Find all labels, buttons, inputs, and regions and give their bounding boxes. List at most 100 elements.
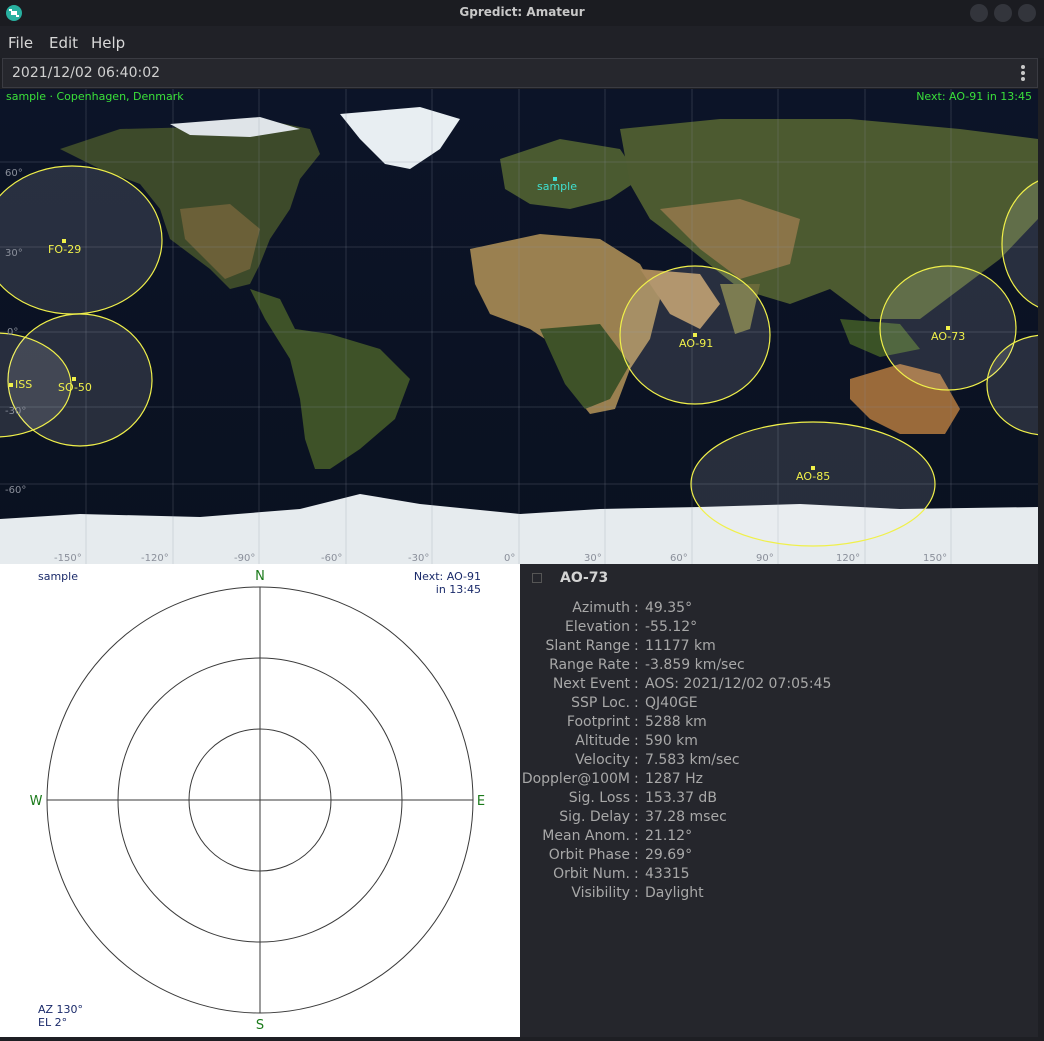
window-border [1038, 89, 1044, 1040]
panel-menu-icon[interactable] [532, 573, 542, 583]
polar-grid [46, 586, 474, 1014]
detail-value: 21.12° [645, 828, 693, 844]
lat-label: 30° [5, 248, 23, 259]
module-menu-icon[interactable] [1021, 65, 1025, 83]
lon-label: -120° [141, 553, 169, 564]
detail-label: Azimuth [572, 600, 630, 616]
detail-row: Sig. Delay:37.28 msec [559, 809, 727, 825]
detail-row: SSP Loc.: QJ40GE [571, 695, 698, 711]
detail-value: QJ40GE [645, 695, 698, 711]
detail-label: Sig. Loss [568, 790, 630, 806]
detail-value: AOS: 2021/12/02 07:05:45 [645, 676, 832, 692]
maximize-button[interactable] [994, 4, 1012, 22]
detail-label: Altitude [575, 733, 630, 749]
polar-azimuth: AZ 130° [38, 1003, 83, 1016]
lat-label: 0° [7, 327, 18, 338]
detail-value: 49.35° [645, 600, 693, 616]
detail-value: 37.28 msec [645, 809, 727, 825]
detail-value: -3.859 km/sec [645, 657, 745, 673]
detail-label: Next Event [552, 676, 630, 692]
menu-help[interactable]: Help [91, 34, 125, 52]
detail-row: Elevation: -55.12° [564, 619, 698, 635]
sat-label-fo29[interactable]: FO-29 [48, 243, 81, 256]
detail-row: Orbit Phase:29.69° [548, 847, 693, 863]
window-title: Gpredict: Amateur [459, 5, 585, 19]
detail-label: Range Rate [549, 657, 630, 673]
detail-value: 1287 Hz [645, 771, 703, 787]
menu-edit[interactable]: Edit [49, 34, 78, 52]
current-time: 2021/12/02 06:40:02 [12, 65, 161, 81]
world-map[interactable]: sample · Copenhagen, Denmark Next: AO-91… [0, 89, 1038, 564]
detail-value: 153.37 dB [645, 790, 717, 806]
detail-row: Slant Range:11177 km [545, 638, 716, 654]
detail-row: Orbit Num.:43315 [553, 866, 690, 882]
polar-elevation: EL 2° [38, 1016, 67, 1029]
sat-label-so50[interactable]: SO-50 [58, 381, 92, 394]
compass-east: E [477, 794, 485, 809]
detail-row: Range Rate: -3.859 km/sec [549, 657, 745, 673]
detail-value: 7.583 km/sec [645, 752, 740, 768]
sat-label-ao73[interactable]: AO-73 [931, 330, 965, 343]
detail-value: -55.12° [645, 619, 698, 635]
detail-row: Mean Anom.:21.12° [542, 828, 693, 844]
qth-label: sample · Copenhagen, Denmark [6, 90, 184, 103]
sat-label-iss[interactable]: ISS [15, 378, 32, 391]
polar-next-line2: in 13:45 [436, 583, 481, 596]
title-bar: Gpredict: Amateur [0, 0, 1044, 26]
time-bar: 2021/12/02 06:40:02 [2, 58, 1038, 88]
detail-label: Velocity [575, 752, 630, 768]
detail-value: 43315 [645, 866, 690, 882]
lon-label: 90° [756, 553, 774, 564]
detail-row: Footprint:5288 km [566, 714, 707, 730]
detail-value: Daylight [645, 885, 704, 901]
detail-row: Velocity:7.583 km/sec [575, 752, 740, 768]
menu-file[interactable]: File [8, 34, 33, 52]
satellite-details-panel: AO-73 Azimuth:49.35° Elevation: -55.12° S… [520, 564, 1038, 1037]
sat-label-ao91[interactable]: AO-91 [679, 337, 713, 350]
lon-label: 120° [836, 553, 860, 564]
detail-row: Sig. Loss:153.37 dB [568, 790, 717, 806]
detail-row: Azimuth:49.35° [572, 600, 693, 616]
lon-label: -60° [321, 553, 342, 564]
lon-label: -90° [234, 553, 255, 564]
lon-label: -150° [54, 553, 82, 564]
polar-qth: sample [38, 570, 78, 583]
detail-value: 5288 km [645, 714, 707, 730]
detail-label: Orbit Phase [548, 847, 630, 863]
polar-next-line1: Next: AO-91 [414, 570, 481, 583]
detail-row: Doppler@100M:1287 Hz [521, 771, 703, 787]
compass-north: N [255, 569, 265, 584]
detail-value: 29.69° [645, 847, 693, 863]
lon-label: 0° [504, 553, 515, 564]
detail-label: Sig. Delay [559, 809, 630, 825]
next-event-label: Next: AO-91 in 13:45 [916, 90, 1032, 103]
detail-row: Next Event: AOS: 2021/12/02 07:05:45 [552, 676, 832, 692]
sat-label-ao85[interactable]: AO-85 [796, 470, 830, 483]
detail-label: Mean Anom. [542, 828, 630, 844]
minimize-button[interactable] [970, 4, 988, 22]
lon-label: 60° [670, 553, 688, 564]
details-sat-name[interactable]: AO-73 [560, 570, 608, 586]
detail-value: 11177 km [645, 638, 716, 654]
detail-row: Visibility: Daylight [571, 885, 704, 901]
compass-west: W [30, 794, 43, 809]
lon-label: 30° [584, 553, 602, 564]
lat-label: 60° [5, 168, 23, 179]
detail-label: Orbit Num. [553, 866, 630, 882]
detail-label: SSP Loc. [571, 695, 630, 711]
detail-label: Slant Range [545, 638, 630, 654]
detail-label: Elevation [564, 619, 630, 635]
detail-row: Altitude:590 km [575, 733, 698, 749]
lon-label: 150° [923, 553, 947, 564]
detail-label: Visibility [571, 885, 630, 901]
lat-label: -60° [5, 485, 26, 496]
compass-south: S [256, 1018, 264, 1033]
detail-label: Footprint [566, 714, 630, 730]
lat-label: -30° [5, 406, 26, 417]
detail-label: Doppler@100M [521, 771, 630, 787]
menu-bar: File Edit Help [0, 26, 1044, 58]
close-button[interactable] [1018, 4, 1036, 22]
lon-label: -30° [408, 553, 429, 564]
detail-value: 590 km [645, 733, 698, 749]
polar-view[interactable]: N S E W sample Next: AO-91 in 13:45 AZ 1… [0, 564, 520, 1037]
